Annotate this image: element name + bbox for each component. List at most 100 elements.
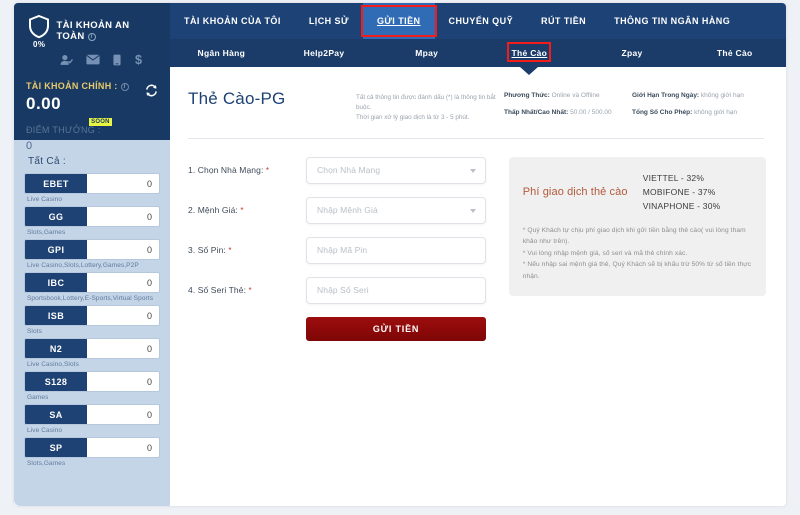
nav-tab-deposit[interactable]: GỬI TIỀN: [362, 3, 435, 39]
meta-daily-limit-value: không giới hạn: [700, 92, 744, 99]
secure-percent: 0%: [33, 40, 46, 49]
fee-title: Phí giao dịch thẻ cào: [522, 185, 628, 198]
provider-name: SP: [25, 438, 87, 457]
serial-field-label: 4. Số Seri Thẻ: *: [188, 285, 306, 295]
pin-placeholder: Nhập Mã Pin: [317, 245, 368, 256]
info-icon[interactable]: i: [87, 33, 96, 41]
meta-minmax: Thấp Nhất/Cao Nhất: 50.00 / 500.00: [504, 108, 632, 118]
provider-bar[interactable]: N2 0: [24, 338, 160, 359]
subnav-scratch-card[interactable]: Thẻ Cào: [478, 39, 581, 67]
field-row-denomination: 2. Mệnh Giá: * Nhập Mệnh Giá: [188, 196, 493, 224]
list-item[interactable]: SP 0 Slots,Games: [24, 437, 160, 467]
dollar-icon[interactable]: $: [134, 53, 143, 66]
list-item[interactable]: EBET 0 Live Casino: [24, 173, 160, 203]
fee-card: Phí giao dịch thẻ cào VIETTEL - 32% MOBI…: [508, 156, 766, 297]
provider-name: N2: [25, 339, 87, 358]
subnav-mpay[interactable]: Mpay: [375, 39, 478, 67]
provider-categories: Slots,Games: [27, 460, 66, 467]
list-item[interactable]: ISB 0 Slots: [24, 305, 160, 335]
meta-method-value: Online và Offline: [551, 92, 600, 99]
fee-info-column: Phí giao dịch thẻ cào VIETTEL - 32% MOBI…: [508, 156, 766, 341]
provider-name: GG: [25, 207, 87, 226]
reward-points-label: ĐIỂM THƯỞNG : SOON: [26, 118, 112, 135]
provider-categories: Sportsbook,Lottery,E-Sports,Virtual Spor…: [27, 295, 154, 302]
nav-tab-transfer[interactable]: CHUYỂN QUỸ: [435, 3, 528, 39]
meta-total-allowed-key: Tổng Số Cho Phép:: [632, 109, 693, 117]
nav-tab-bank-info[interactable]: THÔNG TIN NGÂN HÀNG: [600, 3, 744, 39]
note-line-2: Thời gian xử lý giao dịch là từ 3 - 5 ph…: [356, 113, 470, 121]
refresh-icon[interactable]: [145, 84, 158, 97]
nav-tab-history[interactable]: LỊCH SỬ: [295, 3, 363, 39]
required-marker: *: [248, 286, 252, 296]
secure-account-row: 0% TÀI KHOẢN AN TOÀN i: [26, 14, 158, 49]
provider-name: GPI: [25, 240, 87, 259]
provider-categories: Slots,Games: [27, 229, 66, 236]
provider-bar[interactable]: GPI 0: [24, 239, 160, 260]
pin-input[interactable]: Nhập Mã Pin: [306, 236, 486, 264]
provider-bar[interactable]: S128 0: [24, 371, 160, 392]
denomination-label-text: 2. Mệnh Giá:: [188, 205, 238, 216]
info-icon-main[interactable]: i: [120, 83, 129, 91]
list-item[interactable]: GG 0 Slots,Games: [24, 206, 160, 236]
provider-bar[interactable]: SA 0: [24, 404, 160, 425]
serial-input[interactable]: Nhập Số Seri: [306, 276, 486, 304]
provider-balance: 0: [146, 211, 152, 222]
provider-bar[interactable]: EBET 0: [24, 173, 160, 194]
main-account-label: TÀI KHOẢN CHÍNH :i: [26, 81, 158, 91]
fee-rate-list: VIETTEL - 32% MOBIFONE - 37% VINAPHONE -…: [643, 171, 721, 213]
submit-deposit-button[interactable]: GỬI TIỀN: [306, 316, 486, 341]
meta-method: Phương Thức: Online và Offline: [504, 91, 632, 101]
reward-points-value: 0: [26, 140, 33, 152]
required-marker: *: [228, 246, 232, 256]
required-marker: *: [265, 166, 270, 176]
provider-bar[interactable]: GG 0: [24, 206, 160, 227]
field-row-serial: 4. Số Seri Thẻ: * Nhập Số Seri: [188, 276, 493, 304]
phone-icon[interactable]: [113, 54, 121, 66]
page-header: Thẻ Cào-PG Tất cả thông tin được đánh dấ…: [170, 67, 786, 126]
provider-select[interactable]: Chọn Nhà Mạng: [306, 156, 486, 184]
subnav-bank[interactable]: Ngân Hàng: [170, 39, 273, 67]
required-fields-note: Tất cả thông tin được đánh dấu (*) là th…: [356, 83, 504, 122]
chevron-down-icon[interactable]: [470, 168, 476, 173]
list-item[interactable]: SA 0 Live Casino: [24, 404, 160, 434]
form-and-info: 1. Chọn Nhà Mạng: * Chọn Nhà Mạng 2. Mện…: [170, 139, 786, 341]
chevron-down-icon[interactable]: [470, 208, 476, 213]
subnav-scratch-card-2[interactable]: Thẻ Cào: [683, 39, 786, 67]
provider-bar[interactable]: SP 0: [24, 437, 160, 458]
list-item[interactable]: GPI 0 Live Casino,Slots,Lottery,Games,P2…: [24, 239, 160, 269]
list-item[interactable]: IBC 0 Sportsbook,Lottery,E-Sports,Virtua…: [24, 272, 160, 302]
provider-balance: 0: [146, 178, 152, 189]
fee-note-3: * Nếu nhập sai mệnh giá thẻ, Quý Khách s…: [522, 261, 752, 280]
provider-balance: 0: [146, 244, 152, 255]
denomination-select[interactable]: Nhập Mệnh Giá: [306, 196, 486, 224]
provider-bar[interactable]: IBC 0: [24, 272, 160, 293]
provider-balance: 0: [146, 442, 152, 453]
nav-tab-withdraw[interactable]: RÚT TIỀN: [527, 3, 600, 39]
soon-badge: SOON: [89, 118, 112, 126]
provider-field-label: 1. Chọn Nhà Mạng: *: [188, 165, 306, 175]
subnav-zpay[interactable]: Zpay: [581, 39, 684, 67]
provider-bar[interactable]: ISB 0: [24, 305, 160, 326]
pin-field-label: 3. Số Pin: *: [188, 245, 306, 255]
denomination-placeholder: Nhập Mệnh Giá: [317, 205, 378, 216]
envelope-icon[interactable]: [86, 54, 100, 65]
provider-placeholder: Chọn Nhà Mạng: [317, 165, 381, 176]
nav-tab-my-account[interactable]: TÀI KHOẢN CỦA TÔI: [170, 3, 295, 39]
sidebar: 0% TÀI KHOẢN AN TOÀN i $ TÀI KHOẢN CHÍNH…: [14, 3, 170, 506]
person-check-icon[interactable]: [60, 54, 73, 66]
shield-meter: 0%: [26, 14, 52, 49]
fee-notes: * Quý Khách tự chịu phí giao dịch khi gử…: [523, 225, 752, 283]
list-item[interactable]: S128 0 Games: [24, 371, 160, 401]
list-item[interactable]: N2 0 Live Casino,Slots: [24, 338, 160, 368]
account-summary-panel: 0% TÀI KHOẢN AN TOÀN i $ TÀI KHOẢN CHÍNH…: [14, 3, 170, 152]
provider-name: S128: [25, 372, 87, 391]
fee-rate-mobifone: MOBIFONE - 37%: [642, 186, 716, 197]
deposit-form: 1. Chọn Nhà Mạng: * Chọn Nhà Mạng 2. Mện…: [188, 156, 493, 341]
provider-label-text: 1. Chọn Nhà Mạng:: [188, 165, 264, 176]
meta-daily-limit-key: Giới Hạn Trong Ngày:: [632, 92, 700, 99]
meta-total-allowed: Tổng Số Cho Phép: không giới hạn: [632, 108, 762, 118]
fee-note-2: * Vui lòng nhập mệnh giá, số seri và mã …: [522, 249, 688, 257]
limit-meta-column: Giới Hạn Trong Ngày: không giới hạn Tổng…: [632, 83, 762, 126]
subnav-help2pay[interactable]: Help2Pay: [273, 39, 376, 67]
reward-points-text: ĐIỂM THƯỞNG :: [26, 125, 101, 135]
